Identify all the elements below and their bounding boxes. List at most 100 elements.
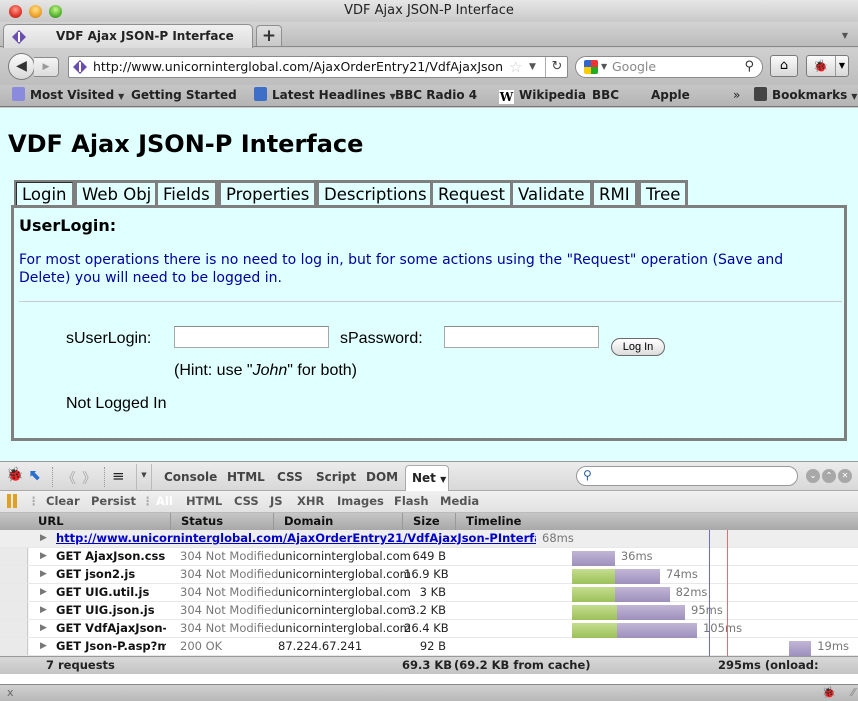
home-button[interactable]: ⌂	[770, 55, 798, 77]
bookmark-bbc-radio-4[interactable]: BBC Radio 4	[395, 85, 477, 207]
filter-images[interactable]: Images	[337, 491, 384, 512]
forward-button[interactable]: ▶	[34, 57, 59, 77]
column-status[interactable]: Status	[181, 513, 223, 529]
detach-firebug-icon[interactable]: ⌃	[822, 469, 836, 483]
request-domain: unicorninterglobal.com	[278, 585, 411, 599]
panel-tab-css[interactable]: CSS	[277, 470, 303, 484]
panel-tab-console[interactable]: Console	[164, 470, 217, 484]
panel-menu-dropdown-icon[interactable]: ▼	[136, 464, 152, 490]
search-magnifier-icon[interactable]: ⚲	[744, 57, 754, 77]
inspect-element-icon[interactable]: ⬉	[29, 466, 42, 484]
filter-media[interactable]: Media	[440, 491, 479, 512]
search-engine-dropdown-icon[interactable]: ▼	[601, 57, 607, 77]
request-url-link[interactable]: http://www.unicorninterglobal.com/AjaxOr…	[56, 530, 536, 547]
request-status: 304 Not Modified	[180, 585, 279, 599]
firebug-search-input[interactable]: ⚲	[576, 466, 798, 486]
page-request-row[interactable]: ▶ http://www.unicorninterglobal.com/Ajax…	[0, 530, 858, 548]
expand-triangle-icon[interactable]: ▶	[40, 620, 47, 637]
list-menu-icon[interactable]: ≡	[112, 467, 125, 485]
expand-triangle-icon[interactable]: ▶	[40, 530, 47, 547]
navigation-toolbar: ◀ ▶ http://www.unicorninterglobal.com/Aj…	[0, 48, 858, 85]
tab-rmi[interactable]: RMI	[591, 180, 638, 208]
net-request-row[interactable]: ▶ GET UIG.json.js 304 Not Modified unicorni…	[0, 602, 858, 620]
bookmarks-overflow-button[interactable]: »	[733, 85, 740, 106]
password-input[interactable]	[444, 326, 599, 348]
tab-descriptions[interactable]: Descriptions	[316, 180, 435, 208]
forward-arrow-icon[interactable]: 》	[82, 468, 96, 488]
panel-tab-script[interactable]: Script	[316, 470, 356, 484]
bookmarks-menu-button[interactable]: Bookmarks ▼	[754, 85, 857, 107]
net-request-row[interactable]: ▶ GET VdfAjaxJson-P 304 Not Modified unicor…	[0, 620, 858, 638]
back-button[interactable]: ◀	[8, 53, 35, 80]
url-text[interactable]: http://www.unicorninterglobal.com/AjaxOr…	[93, 57, 503, 77]
bookmark-most-visited[interactable]: Most Visited ▼	[12, 85, 124, 107]
column-timeline[interactable]: Timeline	[466, 513, 521, 529]
net-table-header: URL Status Domain Size Timeline	[0, 513, 858, 530]
expand-triangle-icon[interactable]: ▶	[40, 602, 47, 619]
bookmark-star-icon[interactable]: ☆	[509, 57, 522, 77]
filter-js[interactable]: JS	[270, 491, 283, 512]
request-url[interactable]: GET json2.js	[56, 566, 166, 583]
net-request-row[interactable]: ▶ GET UIG.util.js 304 Not Modified unicorni…	[0, 584, 858, 602]
bookmark-bbc[interactable]: BBC	[592, 85, 619, 207]
request-url[interactable]: GET UIG.util.js	[56, 584, 166, 601]
filter-html[interactable]: HTML	[186, 491, 222, 512]
filter-all[interactable]: All	[156, 491, 173, 512]
firebug-status-icon[interactable]: 🐞	[822, 685, 836, 701]
url-history-dropdown-icon[interactable]: ▼	[529, 57, 536, 77]
back-arrow-icon[interactable]: 《	[62, 468, 76, 488]
request-url[interactable]: GET UIG.json.js	[56, 602, 166, 619]
reload-icon[interactable]: ↻	[545, 57, 568, 77]
clear-button[interactable]: Clear	[46, 491, 80, 512]
log-in-button[interactable]: Log In	[611, 338, 665, 356]
firebug-menu-icon[interactable]: 🐞	[6, 467, 23, 483]
minimize-window-button[interactable]	[29, 5, 42, 18]
tab-web-obj[interactable]: Web Obj	[74, 180, 160, 208]
chevron-down-icon[interactable]: ▼	[835, 56, 848, 76]
tab-tree[interactable]: Tree	[638, 180, 689, 208]
close-firebug-icon[interactable]: ✕	[838, 469, 852, 483]
net-request-row[interactable]: ▶ GET Json-P.asp?mo 200 OK 87.224.67.241 92 …	[0, 638, 858, 656]
zoom-window-button[interactable]	[49, 5, 62, 18]
user-login-input[interactable]	[174, 326, 329, 348]
net-request-row[interactable]: ▶ GET AjaxJson.css 304 Not Modified unicorn…	[0, 548, 858, 566]
tab-request[interactable]: Request	[430, 180, 514, 208]
tab-properties[interactable]: Properties	[218, 180, 318, 208]
bookmark-wikipedia[interactable]: W Wikipedia	[499, 85, 586, 106]
tab-validate[interactable]: Validate	[510, 180, 593, 208]
expand-triangle-icon[interactable]: ▶	[40, 566, 47, 583]
bookmark-apple[interactable]: Apple	[651, 85, 690, 207]
column-domain[interactable]: Domain	[284, 513, 333, 529]
request-url[interactable]: GET AjaxJson.css	[56, 548, 166, 565]
firebug-toolbar-button[interactable]: 🐞 ▼	[806, 55, 849, 77]
column-url[interactable]: URL	[38, 513, 64, 529]
tab-list-dropdown-icon[interactable]: ▼	[842, 31, 848, 40]
tab-fields[interactable]: Fields	[155, 180, 218, 208]
close-window-button[interactable]	[9, 5, 22, 18]
filter-xhr[interactable]: XHR	[297, 491, 324, 512]
search-box[interactable]: ▼ Google ⚲	[575, 56, 763, 78]
panel-tab-dom[interactable]: DOM	[366, 470, 398, 484]
browser-tab[interactable]: VDF Ajax JSON-P Interface	[3, 24, 253, 48]
panel-tab-net[interactable]: Net ▼	[405, 465, 449, 492]
new-tab-button[interactable]: +	[256, 25, 282, 46]
net-request-row[interactable]: ▶ GET json2.js 304 Not Modified unicorninte…	[0, 566, 858, 584]
panel-tab-html[interactable]: HTML	[227, 470, 265, 484]
request-url[interactable]: GET Json-P.asp?mo	[56, 638, 166, 655]
persist-button[interactable]: Persist	[91, 491, 136, 512]
filter-flash[interactable]: Flash	[394, 491, 429, 512]
expand-triangle-icon[interactable]: ▶	[40, 638, 47, 655]
url-bar[interactable]: http://www.unicorninterglobal.com/AjaxOr…	[68, 56, 568, 78]
expand-triangle-icon[interactable]: ▶	[40, 584, 47, 601]
onload-line	[727, 530, 728, 656]
expand-triangle-icon[interactable]: ▶	[40, 548, 47, 565]
resize-grip-icon[interactable]: ⁄⁄	[851, 685, 855, 701]
request-url[interactable]: GET VdfAjaxJson-P	[56, 620, 166, 637]
minimize-firebug-icon[interactable]: ⌄	[806, 469, 820, 483]
bookmark-getting-started[interactable]: Getting Started	[131, 85, 237, 207]
xhr-breakpoint-icon[interactable]	[7, 494, 17, 508]
filter-css[interactable]: CSS	[234, 491, 259, 512]
bookmark-latest-headlines[interactable]: Latest Headlines ▼	[254, 85, 396, 107]
column-size[interactable]: Size	[413, 513, 440, 529]
close-addon-bar-icon[interactable]: x	[7, 685, 14, 701]
